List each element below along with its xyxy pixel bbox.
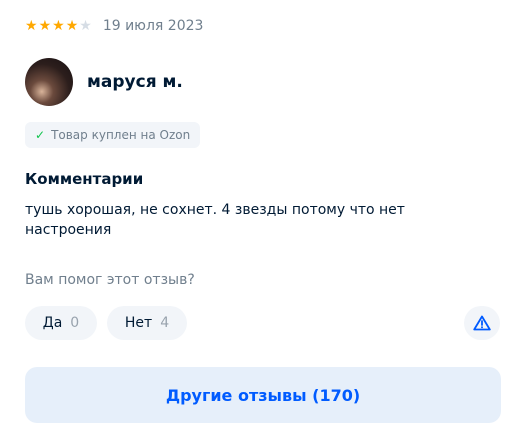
helpful-question: Вам помог этот отзыв?: [25, 272, 195, 288]
report-button[interactable]: [464, 306, 500, 340]
star-filled-icon: ★: [52, 18, 65, 34]
star-filled-icon: ★: [25, 18, 38, 34]
star-filled-icon: ★: [38, 18, 52, 34]
comment-heading: Комментарии: [25, 170, 144, 188]
other-reviews-button[interactable]: Другие отзывы (170): [25, 367, 501, 423]
check-icon: ✓: [35, 128, 46, 142]
rating-row: ★ ★ ★ ★ ★ 19 июля 2023: [25, 18, 203, 34]
review-date: 19 июля 2023: [102, 18, 204, 34]
vote-yes-count: 0: [70, 315, 80, 331]
author-row: маруся м.: [25, 58, 183, 106]
author-name[interactable]: маруся м.: [87, 72, 183, 92]
review-card: ★ ★ ★ ★ ★ 19 июля 2023 маруся м. ✓ Товар…: [0, 0, 521, 433]
comment-text: тушь хорошая, не сохнет. 4 звезды потому…: [25, 202, 405, 238]
verified-purchase-label: Товар куплен на Ozon: [51, 128, 191, 142]
avatar[interactable]: [25, 58, 73, 106]
vote-no-count: 4: [160, 315, 170, 331]
verified-purchase-badge: ✓ Товар куплен на Ozon: [25, 122, 201, 148]
vote-yes-label: Да: [42, 315, 63, 331]
vote-yes-button[interactable]: Да 0: [25, 306, 97, 340]
star-filled-icon: ★: [65, 18, 79, 34]
vote-no-button[interactable]: Нет 4: [107, 306, 187, 340]
other-reviews-label: Другие отзывы (170): [165, 385, 361, 405]
star-rating: ★ ★ ★ ★ ★: [25, 19, 93, 33]
warning-triangle-icon: [473, 315, 491, 331]
star-empty-icon: ★: [79, 18, 92, 34]
vote-no-label: Нет: [124, 315, 153, 331]
